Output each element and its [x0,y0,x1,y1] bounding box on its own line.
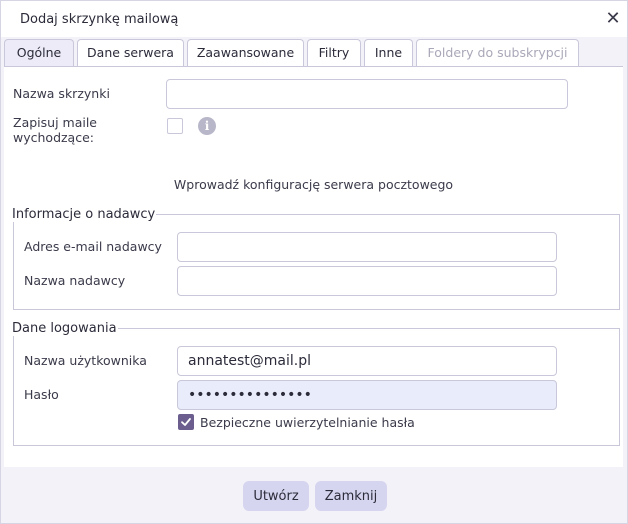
tab-filters[interactable]: Filtry [307,39,361,66]
title-bar: Dodaj skrzynkę mailową ✕ [1,1,627,37]
save-outgoing-label-line1: Zapisuj maile [13,115,97,130]
checkmark-icon [181,418,191,426]
login-data-legend: Dane logowania [12,321,117,336]
add-mailbox-dialog: Dodaj skrzynkę mailową ✕ Ogólne Dane ser… [0,0,628,524]
dialog-title: Dodaj skrzynkę mailową [20,12,179,27]
save-outgoing-checkbox[interactable] [167,118,183,134]
tab-general[interactable]: Ogólne [4,39,74,67]
secure-auth-checkbox[interactable] [178,414,194,430]
password-input[interactable] [177,380,557,410]
sender-name-input[interactable] [177,266,557,296]
create-button[interactable]: Utwórz [243,481,309,511]
tab-advanced[interactable]: Zaawansowane [187,39,304,66]
close-icon[interactable]: ✕ [603,9,623,29]
username-input[interactable] [177,346,557,376]
sender-info-legend: Informacje o nadawcy [12,207,156,222]
mailbox-name-input[interactable] [166,79,568,109]
sender-email-input[interactable] [177,232,557,262]
sender-email-label: Adres e-mail nadawcy [24,239,162,254]
info-icon[interactable]: i [198,117,216,135]
tab-subscription-folders: Foldery do subskrypcji [416,39,579,66]
tab-content-general: Nazwa skrzynki Zapisuj maile wychodzące:… [4,66,623,467]
save-outgoing-label-line2: wychodzące: [13,130,94,145]
mailbox-name-label: Nazwa skrzynki [13,86,110,101]
configuration-hint: Wprowadź konfigurację serwera pocztowego [173,177,454,192]
tab-server-data[interactable]: Dane serwera [77,39,184,66]
secure-auth-label: Bezpieczne uwierzytelnianie hasła [200,415,415,430]
sender-name-label: Nazwa nadawcy [24,273,126,288]
username-label: Nazwa użytkownika [24,353,147,368]
tab-other[interactable]: Inne [364,39,413,66]
password-label: Hasło [24,387,59,402]
close-button[interactable]: Zamknij [315,481,387,511]
